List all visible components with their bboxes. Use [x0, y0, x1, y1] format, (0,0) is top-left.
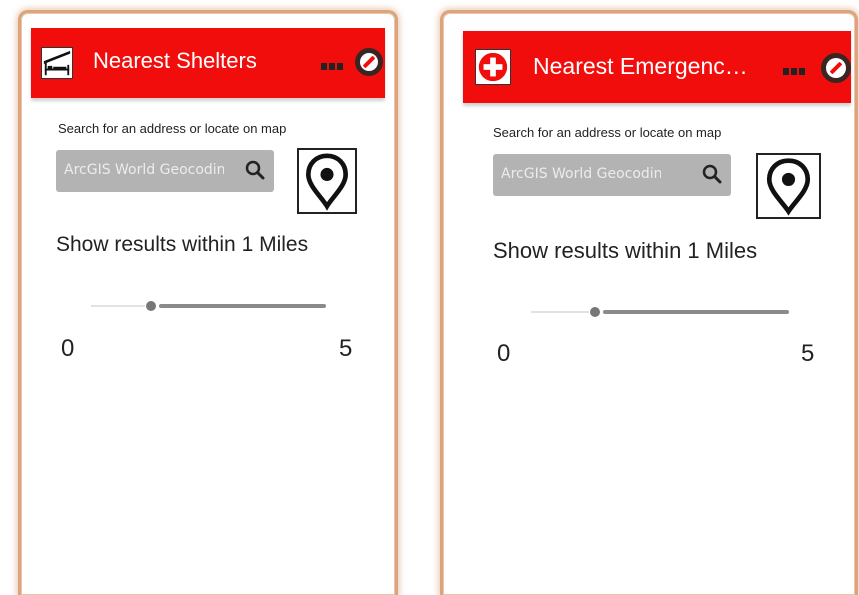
- locate-on-map-button[interactable]: [756, 153, 821, 219]
- slider-track-high: [602, 310, 789, 314]
- close-icon[interactable]: [355, 48, 383, 76]
- slider-min-label: 0: [61, 335, 75, 362]
- slider-min-label: 0: [497, 340, 511, 367]
- slider-track-low: [531, 311, 589, 313]
- panel-header: Nearest Shelters: [31, 28, 385, 98]
- emergency-cross-icon: [475, 49, 511, 85]
- slider-max-label: 5: [801, 340, 815, 367]
- locate-on-map-button[interactable]: [297, 148, 357, 214]
- slider-track-low: [91, 305, 145, 307]
- search-icon[interactable]: [244, 159, 266, 181]
- panel-title: Nearest Emergenc…: [533, 53, 748, 79]
- search-label: Search for an address or locate on map: [493, 125, 722, 140]
- results-distance-text: Show results within 1 Miles: [493, 238, 758, 263]
- search-icon[interactable]: [701, 163, 723, 185]
- close-icon[interactable]: [821, 53, 851, 83]
- search-input[interactable]: [64, 158, 224, 182]
- slider-thumb[interactable]: [145, 301, 156, 311]
- map-pin-icon: [766, 158, 811, 216]
- shelter-icon: [41, 47, 73, 79]
- search-input[interactable]: [501, 162, 661, 186]
- distance-slider[interactable]: [91, 300, 326, 312]
- search-box[interactable]: [56, 150, 274, 192]
- more-options-icon[interactable]: [783, 62, 809, 75]
- more-options-icon[interactable]: [321, 57, 347, 70]
- widget-panel-shelters: Nearest Shelters Search for an address o…: [18, 10, 398, 595]
- widget-panel-emergency: Nearest Emergenc… Search for an address …: [440, 10, 858, 595]
- panel-header: Nearest Emergenc…: [463, 31, 851, 103]
- distance-slider[interactable]: [531, 306, 789, 318]
- search-box[interactable]: [493, 154, 731, 196]
- slider-track-high: [158, 304, 326, 308]
- slider-max-label: 5: [339, 335, 353, 362]
- slider-thumb[interactable]: [589, 307, 600, 317]
- search-label: Search for an address or locate on map: [58, 121, 287, 136]
- results-distance-text: Show results within 1 Miles: [56, 233, 309, 256]
- panel-title: Nearest Shelters: [93, 48, 257, 73]
- map-pin-icon: [305, 153, 349, 211]
